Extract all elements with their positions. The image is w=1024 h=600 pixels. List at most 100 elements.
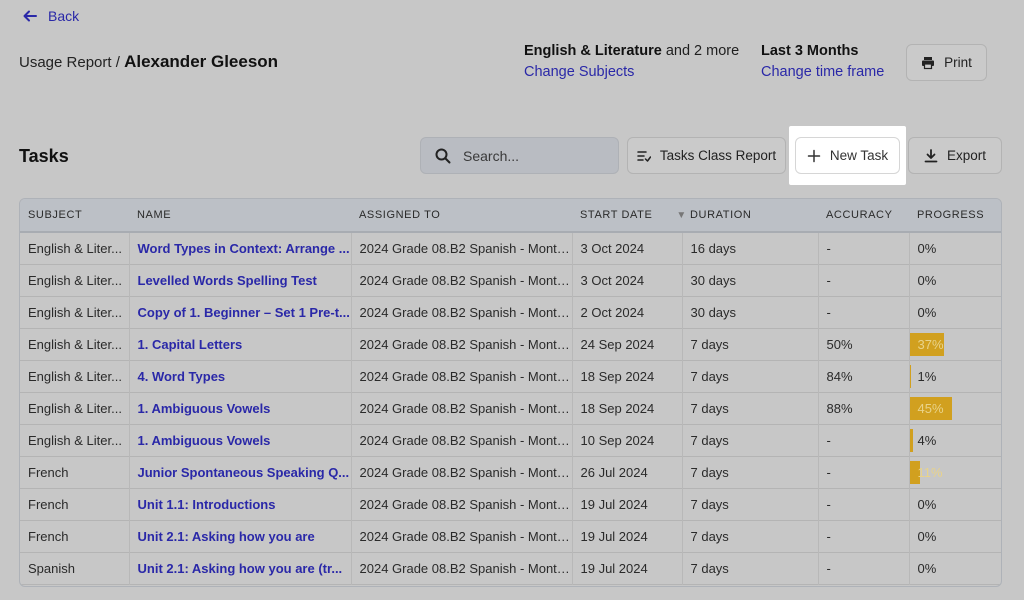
progress-value: 0% <box>917 560 937 576</box>
cell-duration: 7 days <box>682 552 819 584</box>
cell-assigned-to: 2024 Grade 08.B2 Spanish - Monta... <box>351 328 573 360</box>
cell-progress: 11% <box>908 456 1001 488</box>
student-name: Alexander Gleeson <box>124 52 279 71</box>
new-task-button[interactable]: New Task <box>789 126 906 185</box>
progress-value: 1% <box>917 368 937 384</box>
column-header-duration[interactable]: DURATION <box>682 199 818 232</box>
table-row[interactable]: English & Liter... Levelled Words Spellin… <box>20 264 1001 296</box>
tasks-table: SUBJECT NAME ASSIGNED TO START DATE ▼ DUR… <box>19 198 1002 587</box>
cell-subject: French <box>20 456 130 488</box>
column-header-progress[interactable]: PROGRESS <box>909 199 1001 232</box>
back-link[interactable]: Back <box>22 8 79 24</box>
cell-subject: English & Liter... <box>20 392 130 424</box>
table-row[interactable]: French Unit 2.1: Asking how you are 2024 G… <box>20 520 1001 552</box>
change-timeframe-link[interactable]: Change time frame <box>761 64 884 80</box>
cell-task-name[interactable]: Word Types in Context: Arrange ... <box>129 232 352 264</box>
cell-accuracy: - <box>818 456 910 488</box>
cell-duration: 7 days <box>682 360 819 392</box>
table-row[interactable]: French Junior Spontaneous Speaking Q... 20… <box>20 456 1001 488</box>
print-button[interactable]: Print <box>906 44 987 81</box>
cell-assigned-to: 2024 Grade 08.B2 Spanish - Monta... <box>351 456 573 488</box>
cell-task-name[interactable]: 1. Ambiguous Vowels <box>129 424 352 456</box>
download-icon <box>924 148 938 162</box>
cell-subject: English & Liter... <box>20 264 130 296</box>
table-row[interactable]: French Unit 1.1: Introductions 2024 Grade … <box>20 488 1001 520</box>
cell-task-name[interactable]: 4. Word Types <box>129 360 352 392</box>
search-box[interactable] <box>420 137 619 174</box>
cell-start-date: 19 Jul 2024 <box>572 488 683 520</box>
tasks-heading: Tasks <box>19 146 69 166</box>
table-row[interactable]: English & Liter... 1. Ambiguous Vowels 202… <box>20 392 1001 424</box>
cell-progress: 0% <box>908 520 1001 552</box>
table-row[interactable]: English & Liter... Copy of 1. Beginner – … <box>20 296 1001 328</box>
back-label: Back <box>48 8 80 24</box>
cell-progress: 45% <box>908 392 1001 424</box>
export-button[interactable]: Export <box>908 137 1002 174</box>
table-row[interactable]: English & Liter... 1. Capital Letters 2024… <box>20 328 1001 360</box>
cell-assigned-to: 2024 Grade 08.B2 Spanish - Monta... <box>351 360 573 392</box>
cell-start-date: 3 Oct 2024 <box>572 232 683 264</box>
table-row[interactable]: English & Liter... Word Types in Context:… <box>20 232 1001 264</box>
cell-progress: 0% <box>908 552 1001 584</box>
print-label: Print <box>944 55 972 70</box>
column-header-accuracy[interactable]: ACCURACY <box>818 199 909 232</box>
cell-duration: 7 days <box>682 392 819 424</box>
progress-value: 0% <box>917 304 937 320</box>
cell-duration: 30 days <box>682 296 819 328</box>
export-label: Export <box>946 148 987 163</box>
arrow-left-icon <box>23 10 37 22</box>
column-header-subject[interactable]: SUBJECT <box>20 199 129 232</box>
table-row[interactable]: Spanish Unit 2.1: Asking how you are (tr.… <box>20 552 1001 584</box>
cell-subject: English & Liter... <box>20 232 130 264</box>
cell-accuracy: - <box>818 264 910 296</box>
plus-icon <box>807 149 821 162</box>
cell-accuracy: 50% <box>818 328 910 360</box>
progress-value: 0% <box>917 496 937 512</box>
cell-subject: French <box>20 488 130 520</box>
cell-start-date: 24 Sep 2024 <box>572 328 683 360</box>
progress-value: 0% <box>917 528 937 544</box>
cell-task-name[interactable]: Levelled Words Spelling Test <box>129 264 352 296</box>
search-icon <box>435 148 451 163</box>
cell-task-name[interactable]: 1. Ambiguous Vowels <box>129 392 352 424</box>
change-subjects-link[interactable]: Change Subjects <box>524 64 739 80</box>
timeframe-value: Last 3 Months <box>761 43 859 59</box>
progress-value: 45% <box>917 400 944 416</box>
cell-duration: 7 days <box>682 328 819 360</box>
cell-task-name[interactable]: Unit 2.1: Asking how you are (tr... <box>129 552 352 584</box>
cell-start-date: 18 Sep 2024 <box>572 392 683 424</box>
subjects-suffix: and 2 more <box>665 43 740 59</box>
cell-progress: 0% <box>908 488 1001 520</box>
column-header-assigned-to[interactable]: ASSIGNED TO <box>351 199 572 232</box>
progress-value: 37% <box>917 336 944 352</box>
column-header-name[interactable]: NAME <box>129 199 351 232</box>
cell-task-name[interactable]: Unit 1.1: Introductions <box>129 488 352 520</box>
tasks-class-report-button[interactable]: Tasks Class Report <box>627 137 786 174</box>
breadcrumb-prefix: Usage Report / <box>19 54 120 71</box>
cell-duration: 7 days <box>682 488 819 520</box>
printer-icon <box>922 56 935 69</box>
cell-subject: Spanish <box>20 552 130 584</box>
cell-task-name[interactable]: Unit 2.1: Asking how you are <box>129 520 352 552</box>
cell-task-name[interactable]: Copy of 1. Beginner – Set 1 Pre-t... <box>129 296 352 328</box>
cell-duration: 30 days <box>682 264 819 296</box>
cell-accuracy: - <box>818 232 910 264</box>
cell-assigned-to: 2024 Grade 08.B2 Spanish - Monta... <box>351 552 573 584</box>
cell-start-date: 18 Sep 2024 <box>572 360 683 392</box>
table-row[interactable]: English & Liter... 4. Word Types 2024 Grad… <box>20 360 1001 392</box>
cell-subject: English & Liter... <box>20 424 130 456</box>
cell-duration: 7 days <box>682 520 819 552</box>
search-input[interactable] <box>463 147 603 164</box>
subjects-filter: English & Literature and 2 more Change S… <box>524 43 739 80</box>
cell-start-date: 19 Jul 2024 <box>572 552 683 584</box>
table-row[interactable]: English & Liter... 1. Ambiguous Vowels 202… <box>20 424 1001 456</box>
column-header-start-date[interactable]: START DATE ▼ <box>572 199 686 232</box>
cell-subject: French <box>20 520 130 552</box>
cell-assigned-to: 2024 Grade 08.B2 Spanish - Monta... <box>351 264 573 296</box>
cell-task-name[interactable]: Junior Spontaneous Speaking Q... <box>129 456 352 488</box>
class-report-label: Tasks Class Report <box>659 148 777 163</box>
list-check-icon <box>637 150 651 162</box>
cell-task-name[interactable]: 1. Capital Letters <box>129 328 352 360</box>
progress-value: 4% <box>917 432 937 448</box>
cell-assigned-to: 2024 Grade 08.B2 Spanish - Monta... <box>351 488 573 520</box>
